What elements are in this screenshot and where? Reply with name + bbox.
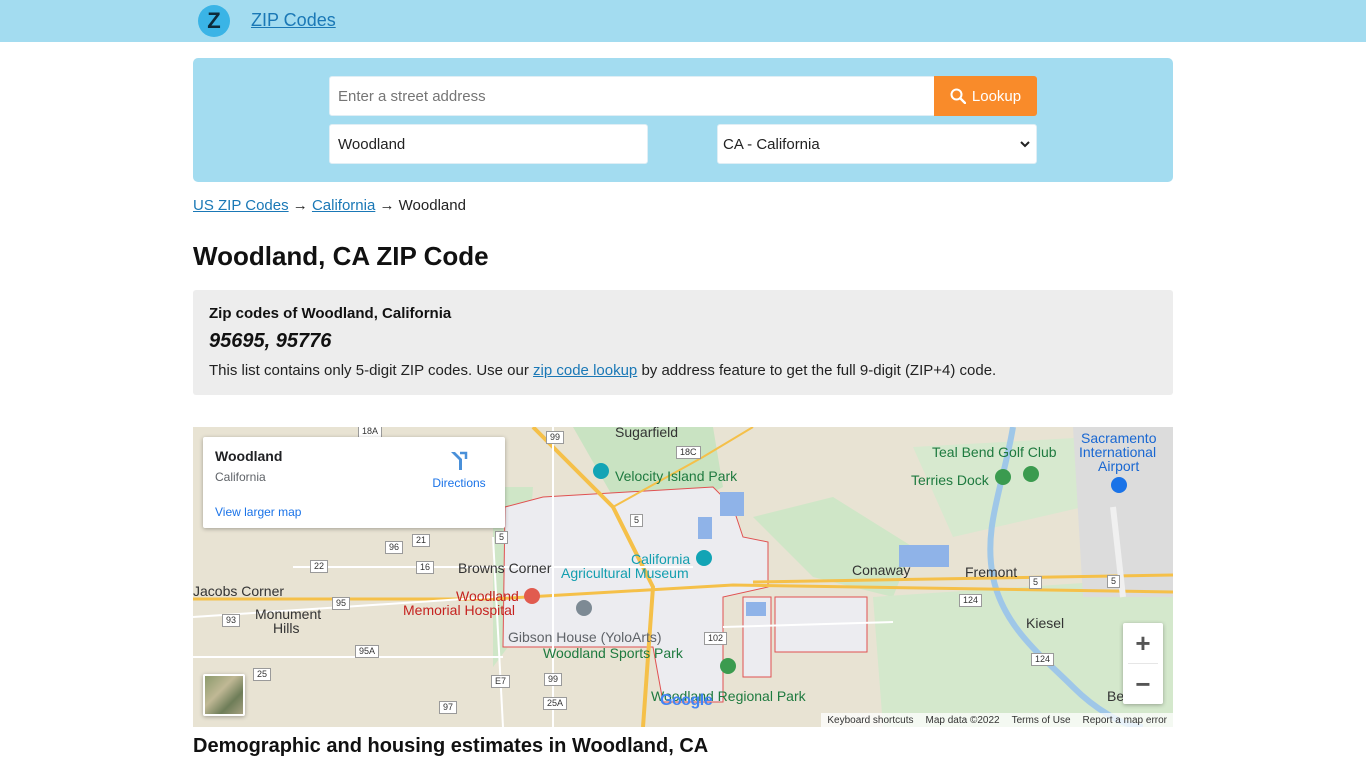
road-shield: 99 xyxy=(544,673,563,686)
map-label-hospital-2: Memorial Hospital xyxy=(403,602,516,618)
directions-label: Directions xyxy=(432,476,486,490)
map-label-conaway: Conaway xyxy=(852,562,911,578)
satellite-layer-toggle[interactable] xyxy=(203,674,245,716)
state-select-value: CA - California xyxy=(723,135,820,153)
map-label-gibson-house: Gibson House (YoloArts) xyxy=(508,629,662,645)
map-label-sports-park: Woodland Sports Park xyxy=(543,645,683,661)
map-label-jacobs-corner: Jacobs Corner xyxy=(193,583,285,599)
map-zoom-controls: + − xyxy=(1123,623,1163,704)
zip-codes-list: 95695, 95776 xyxy=(209,330,332,352)
road-shield: 95 xyxy=(332,597,351,610)
top-bar: Z ZIP Codes xyxy=(0,0,1366,42)
road-shield: 21 xyxy=(412,534,431,547)
breadcrumb-current: Woodland xyxy=(398,197,466,214)
road-shield: 124 xyxy=(959,594,983,607)
road-shield: 99 xyxy=(546,431,565,444)
road-shield: 16 xyxy=(416,561,435,574)
map-label-kiesel: Kiesel xyxy=(1026,615,1065,631)
search-panel: Lookup CA - California xyxy=(193,58,1173,182)
road-shield: 18C xyxy=(676,446,701,459)
lookup-button[interactable]: Lookup xyxy=(934,76,1037,116)
road-shield: 5 xyxy=(1107,575,1121,588)
zoom-out-button[interactable]: − xyxy=(1123,664,1163,704)
logo-icon[interactable]: Z xyxy=(198,5,230,37)
address-input[interactable] xyxy=(329,76,935,116)
map-label-teal-bend: Teal Bend Golf Club xyxy=(932,444,1057,460)
map-attribution: Keyboard shortcuts Map data ©2022 Terms … xyxy=(821,713,1173,727)
directions-icon xyxy=(451,451,468,470)
road-shield: 5 xyxy=(495,531,509,544)
road-shield: 5 xyxy=(1029,576,1043,589)
map-place-subtitle: California xyxy=(215,470,266,484)
zip-lookup-link[interactable]: zip code lookup xyxy=(533,362,637,379)
road-shield: 22 xyxy=(310,560,329,573)
road-shield: E7 xyxy=(491,675,511,688)
breadcrumb-separator: → xyxy=(379,197,395,214)
note-text-before: This list contains only 5-digit ZIP code… xyxy=(209,362,534,379)
chevron-down-icon xyxy=(1020,141,1030,148)
map-label-browns-corner: Browns Corner xyxy=(458,560,552,576)
map-label-sugarfield: Sugarfield xyxy=(615,427,679,440)
breadcrumb-california[interactable]: California xyxy=(312,197,375,214)
road-shield: 124 xyxy=(1031,653,1055,666)
zip-info-box: Zip codes of Woodland, California 95695,… xyxy=(193,290,1173,395)
view-larger-map-link[interactable]: View larger map xyxy=(215,505,301,519)
breadcrumb: US ZIP Codes → California → Woodland xyxy=(193,197,466,214)
keyboard-shortcuts-link[interactable]: Keyboard shortcuts xyxy=(827,715,913,726)
state-select[interactable]: CA - California xyxy=(717,124,1037,164)
road-shield: 93 xyxy=(222,614,241,627)
road-shield: 25 xyxy=(253,668,272,681)
map-label-fremont: Fremont xyxy=(965,564,1018,580)
road-shield: 95A xyxy=(355,645,380,658)
section-title: Demographic and housing estimates in Woo… xyxy=(193,735,709,757)
map-label-monument-2: Hills xyxy=(273,620,300,636)
google-logo: Google xyxy=(660,692,713,709)
map-embed[interactable]: Sugarfield Velocity Island Park Teal Ben… xyxy=(193,427,1173,727)
page-title: Woodland, CA ZIP Code xyxy=(193,241,489,271)
city-input[interactable] xyxy=(329,124,648,164)
terms-of-use-link[interactable]: Terms of Use xyxy=(1012,715,1071,726)
search-icon xyxy=(950,88,966,104)
breadcrumb-us-zip-codes[interactable]: US ZIP Codes xyxy=(193,197,289,214)
lookup-label: Lookup xyxy=(971,87,1022,105)
map-label-terries-dock: Terries Dock xyxy=(911,472,989,488)
note-text-after: by address feature to get the full 9-dig… xyxy=(637,362,997,379)
road-shield: 25A xyxy=(543,697,568,710)
road-shield: 96 xyxy=(385,541,404,554)
zip-info-title: Zip codes of Woodland, California xyxy=(209,305,452,322)
map-place-title: Woodland xyxy=(215,448,283,464)
zoom-in-button[interactable]: + xyxy=(1123,623,1163,663)
map-label-airport-3: Airport xyxy=(1098,458,1140,474)
map-place-card: Woodland California View larger map Dire… xyxy=(203,437,505,528)
map-label-ag-museum-2: Agricultural Museum xyxy=(561,565,689,581)
map-label-velocity-park: Velocity Island Park xyxy=(615,468,738,484)
directions-button[interactable]: Directions xyxy=(432,449,486,490)
road-shield: 97 xyxy=(439,701,458,714)
road-shield: 5 xyxy=(630,514,644,527)
map-data-text: Map data ©2022 xyxy=(925,714,1000,726)
road-shield: 102 xyxy=(704,632,728,645)
brand-link[interactable]: ZIP Codes xyxy=(251,10,336,31)
breadcrumb-separator: → xyxy=(292,197,308,214)
report-map-error-link[interactable]: Report a map error xyxy=(1083,715,1167,726)
zip-info-note: This list contains only 5-digit ZIP code… xyxy=(209,362,996,379)
